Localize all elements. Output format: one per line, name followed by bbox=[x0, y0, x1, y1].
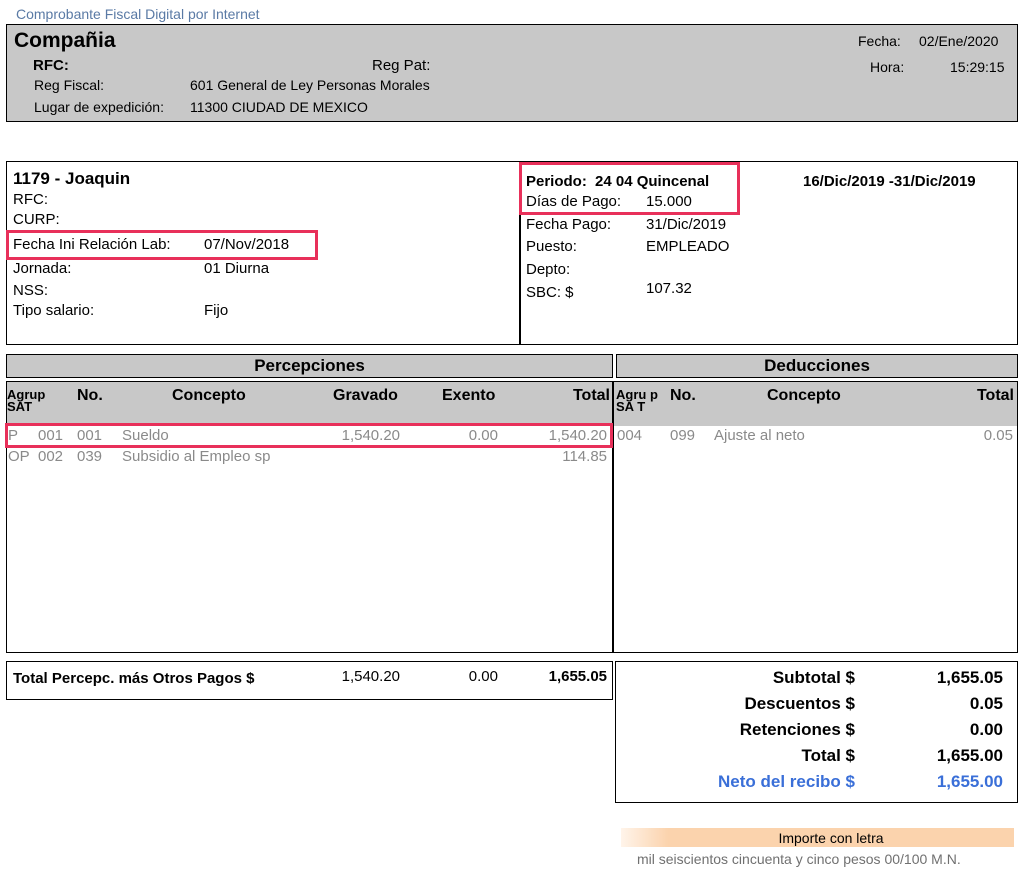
totals-percepciones-gravado: 1,540.20 bbox=[341, 668, 400, 685]
table-row-agrup: 004 bbox=[617, 427, 643, 444]
perc-header-exento: Exento bbox=[442, 387, 496, 404]
ded-header-agrup: Agru p SA T bbox=[616, 387, 658, 414]
retenciones-label: Retenciones $ bbox=[739, 720, 855, 739]
company-lugar-label: Lugar de expedición: bbox=[34, 99, 164, 115]
company-regfiscal-value: 601 General de Ley Personas Morales bbox=[190, 77, 430, 93]
company-header: Compañia RFC: Reg Pat: Reg Fiscal: 601 G… bbox=[6, 24, 1018, 122]
subtotal-label: Subtotal $ bbox=[772, 668, 855, 687]
sbc-label: SBC: $ bbox=[526, 284, 574, 301]
table-row-concepto: Ajuste al neto bbox=[714, 427, 805, 444]
periodo-range: 16/Dic/2019 -31/Dic/2019 bbox=[803, 173, 976, 190]
neto-value: 1,655.00 bbox=[936, 772, 1003, 791]
descuentos-value: 0.05 bbox=[969, 694, 1003, 713]
perc-header-concepto: Concepto bbox=[172, 387, 246, 404]
percepciones-title: Percepciones bbox=[6, 354, 613, 378]
perc-header-gravado: Gravado bbox=[333, 387, 398, 404]
company-regpat-label: Reg Pat: bbox=[372, 57, 431, 74]
table-row-concepto: Subsidio al Empleo sp bbox=[122, 448, 271, 465]
table-row-agrup: P bbox=[8, 427, 19, 444]
table-row-gravado: 1,540.20 bbox=[341, 427, 400, 444]
neto-label: Neto del recibo $ bbox=[718, 772, 855, 791]
employee-rfc-label: RFC: bbox=[13, 191, 48, 208]
sbc-value: 107.32 bbox=[646, 280, 692, 297]
table-row-agrup: OP bbox=[8, 448, 30, 465]
employee-title: 1179 - Joaquin bbox=[13, 169, 131, 188]
company-name: Compañia bbox=[14, 29, 116, 52]
company-lugar-value: 11300 CIUDAD DE MEXICO bbox=[190, 99, 368, 115]
table-row-no: 039 bbox=[77, 448, 103, 465]
ded-header-total: Total bbox=[976, 387, 1014, 404]
fecha-label: Fecha: bbox=[858, 33, 901, 49]
fecha-value: 02/Ene/2020 bbox=[919, 33, 999, 49]
nss-label: NSS: bbox=[13, 282, 49, 299]
company-rfc-label: RFC: bbox=[33, 57, 69, 74]
depto-label: Depto: bbox=[526, 261, 571, 278]
total-value: 1,655.00 bbox=[936, 746, 1003, 765]
table-row-sat: 002 bbox=[38, 448, 64, 465]
hora-value: 15:29:15 bbox=[950, 59, 1005, 75]
deducciones-title: Deducciones bbox=[616, 354, 1018, 378]
table-row-sat: 001 bbox=[38, 427, 64, 444]
totals-percepciones-label: Total Percepc. más Otros Pagos $ bbox=[13, 670, 255, 687]
perc-header-total: Total bbox=[572, 387, 610, 404]
fecha-ini-value: 07/Nov/2018 bbox=[204, 236, 290, 253]
fecha-ini-label: Fecha Ini Relación Lab: bbox=[13, 236, 171, 253]
document-caption: Comprobante Fiscal Digital por Internet bbox=[16, 6, 260, 22]
total-label: Total $ bbox=[801, 746, 855, 765]
importe-label: Importe con letra bbox=[778, 830, 884, 846]
periodo-value: 24 04 Quincenal bbox=[595, 173, 710, 190]
retenciones-value: 0.00 bbox=[969, 720, 1003, 739]
tipo-salario-label: Tipo salario: bbox=[13, 302, 95, 319]
company-regfiscal-label: Reg Fiscal: bbox=[34, 77, 105, 93]
ded-header-no: No. bbox=[670, 387, 696, 404]
tipo-salario-value: Fijo bbox=[204, 302, 229, 319]
table-row-total: 0.05 bbox=[983, 427, 1013, 444]
totals-percepciones-exento: 0.00 bbox=[468, 668, 498, 685]
table-row-no: 099 bbox=[670, 427, 696, 444]
table-row-exento: 0.00 bbox=[468, 427, 498, 444]
ded-header-concepto: Concepto bbox=[767, 387, 841, 404]
periodo-label: Periodo: bbox=[526, 173, 587, 190]
table-row-no: 001 bbox=[77, 427, 103, 444]
puesto-label: Puesto: bbox=[526, 238, 577, 255]
table-row-total: 1,540.20 bbox=[548, 427, 607, 444]
fecha-pago-label: Fecha Pago: bbox=[526, 216, 612, 233]
fecha-pago-value: 31/Dic/2019 bbox=[646, 216, 727, 233]
perc-header-agrup: Agrup SAT bbox=[7, 387, 46, 414]
dias-pago-label: Días de Pago: bbox=[526, 193, 622, 210]
totals-percepciones-total: 1,655.05 bbox=[548, 668, 607, 685]
hora-label: Hora: bbox=[870, 59, 905, 75]
perc-header-no: No. bbox=[77, 387, 103, 404]
table-row-concepto: Sueldo bbox=[122, 427, 169, 444]
descuentos-label: Descuentos $ bbox=[744, 694, 855, 713]
table-row-total: 114.85 bbox=[562, 448, 607, 465]
dias-pago-value: 15.000 bbox=[646, 193, 692, 210]
jornada-label: Jornada: bbox=[13, 260, 72, 277]
jornada-value: 01 Diurna bbox=[204, 260, 270, 277]
employee-curp-label: CURP: bbox=[13, 211, 60, 228]
importe-text: mil seiscientos cincuenta y cinco pesos … bbox=[637, 851, 961, 867]
puesto-value: EMPLEADO bbox=[646, 238, 730, 255]
subtotal-value: 1,655.05 bbox=[936, 668, 1003, 687]
